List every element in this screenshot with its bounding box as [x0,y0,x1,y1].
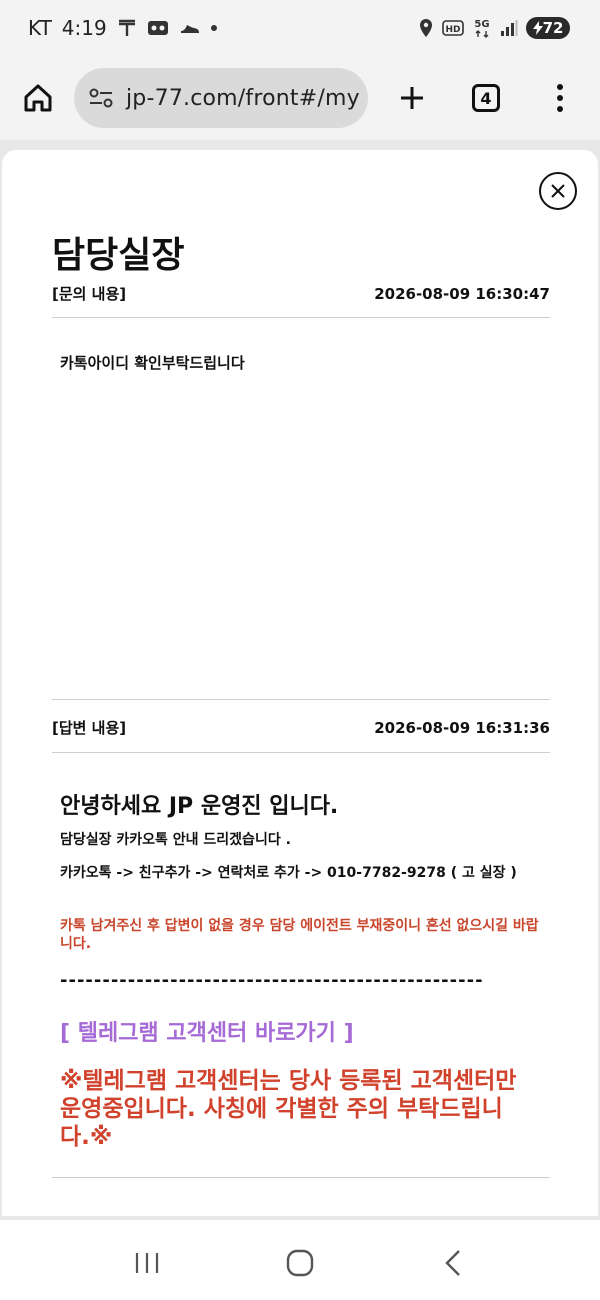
site-settings-icon[interactable] [88,87,114,109]
svg-text:5G: 5G [474,19,489,30]
inquiry-header: [문의 내용] 2026-08-09 16:30:47 [52,283,550,304]
recent-apps-button[interactable] [127,1243,167,1283]
home-nav-button[interactable] [280,1243,320,1283]
close-button[interactable] [539,172,577,210]
tab-switcher-button[interactable]: 4 [466,78,506,118]
home-icon [24,84,52,112]
inquiry-time: 2026-08-09 16:30:47 [374,284,550,303]
more-vertical-icon [557,84,563,112]
telegram-support-link[interactable]: [ 텔레그램 고객센터 바로가기 ] [60,1015,546,1047]
system-nav-bar [0,1226,600,1300]
new-tab-button[interactable] [392,78,432,118]
clock: 4:19 [61,16,107,40]
notification-dot-icon [210,25,217,31]
telegram-warning: ※텔레그램 고객센터는 당사 등록된 고객센터만 운영중입니다. 사칭에 각별한… [60,1068,517,1150]
t-icon [117,17,137,39]
browser-menu-button[interactable] [540,78,580,118]
back-chevron-icon [445,1250,461,1276]
recent-apps-icon [135,1253,158,1273]
inquiry-label: [문의 내용] [52,285,127,303]
status-bar: KT 4:19 HD 5G 72 [0,0,600,56]
divider [52,1177,550,1178]
tab-count: 4 [472,84,500,112]
browser-toolbar: jp-77.com/front#/my 4 [0,56,600,140]
location-icon [418,17,434,39]
close-icon [551,184,565,198]
plus-icon [401,87,423,109]
answer-header: [답변 내용] 2026-08-09 16:31:36 [52,717,550,738]
dashed-divider: ----------------------------------------… [60,970,484,991]
answer-greeting: 안녕하세요 JP 운영진 입니다. [60,794,339,819]
address-bar[interactable]: jp-77.com/front#/my [74,68,368,128]
home-circle-icon [286,1249,314,1277]
inquiry-text: 카톡아이디 확인부탁드립니다 [60,354,245,372]
svg-text:HD: HD [445,25,460,35]
shoe-icon [179,17,201,39]
answer-time: 2026-08-09 16:31:36 [374,718,550,737]
divider [52,699,550,700]
back-button[interactable] [433,1243,473,1283]
answer-label: [답변 내용] [52,719,127,737]
battery-level: 72 [542,19,564,37]
url-text: jp-77.com/front#/my [126,85,360,111]
5g-icon: 5G [472,17,492,39]
signal-icon [500,17,518,39]
answer-line-2: 카카오톡 -> 친구추가 -> 연락처로 추가 -> 010-7782-9278… [60,865,517,881]
divider [52,752,550,753]
answer-notice: 카톡 남겨주신 후 답변이 없을 경우 담당 에이전트 부재중이니 혼선 없으시… [60,918,539,952]
home-button[interactable] [20,80,56,116]
carrier-label: KT [28,16,52,40]
hd-icon: HD [442,17,464,39]
answer-line-1: 담당실장 카카오톡 안내 드리겠습니다 . [60,832,291,848]
inquiry-modal [2,150,598,1216]
voicemail-icon [147,17,169,39]
battery-icon: 72 [526,17,570,39]
modal-title: 담당실장 [52,235,185,276]
divider [52,317,550,318]
